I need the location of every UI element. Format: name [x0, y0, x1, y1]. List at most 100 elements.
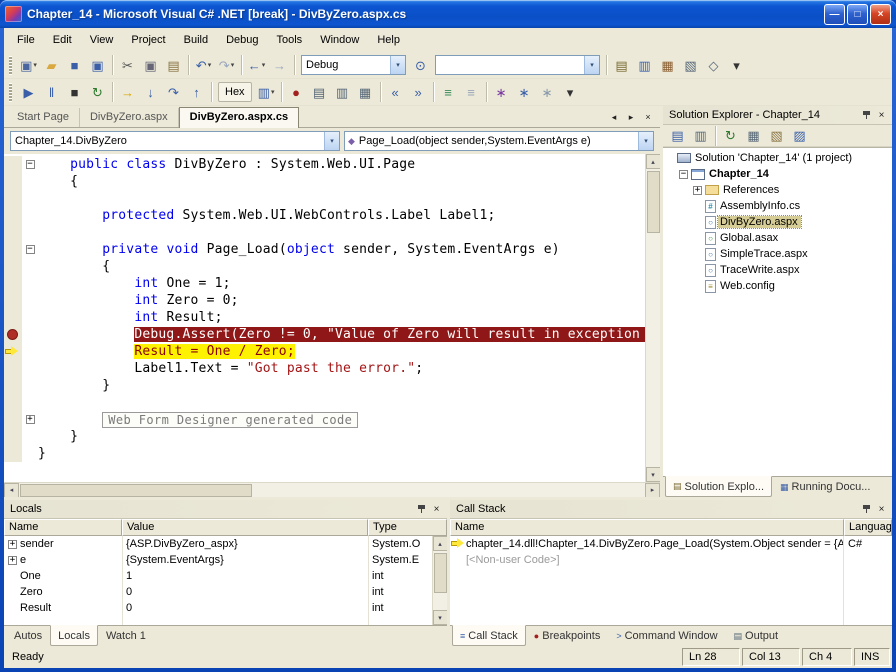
- show-next-statement-button[interactable]: →: [116, 81, 139, 103]
- code-text[interactable]: protected System.Web.UI.WebControls.Labe…: [38, 207, 645, 224]
- toolbox-button[interactable]: ▦: [656, 54, 679, 76]
- object-browser-button[interactable]: ◇: [702, 54, 725, 76]
- tab-solution-explo[interactable]: ▤Solution Explo...: [665, 476, 772, 497]
- menu-item-help[interactable]: Help: [368, 30, 409, 50]
- code-area[interactable]: − public class DivByZero : System.Web.UI…: [4, 154, 645, 482]
- scroll-right-icon[interactable]: ▸: [645, 483, 660, 498]
- collapse-icon[interactable]: −: [26, 245, 35, 254]
- expand-icon[interactable]: +: [26, 415, 35, 424]
- step-out-button[interactable]: ↑: [185, 81, 208, 103]
- menu-item-view[interactable]: View: [81, 30, 123, 50]
- code-text[interactable]: Label1.Text = "Got past the error.";: [38, 360, 645, 377]
- tree-item-tracewrite-aspx[interactable]: ○TraceWrite.aspx: [663, 262, 892, 278]
- code-text[interactable]: }: [38, 428, 645, 445]
- tree-item-solution-chapter-14-1-project[interactable]: Solution 'Chapter_14' (1 project): [663, 150, 892, 166]
- disable-all-breakpoints-button[interactable]: ∗: [536, 81, 559, 103]
- chevron-down-icon[interactable]: ▾: [638, 132, 653, 150]
- view-code-button[interactable]: ▤: [666, 125, 689, 147]
- debug-windows-button[interactable]: ▥▾: [255, 81, 278, 103]
- indicator-margin[interactable]: [4, 411, 22, 428]
- undo-button[interactable]: ↶▾: [192, 54, 215, 76]
- menu-item-edit[interactable]: Edit: [44, 30, 81, 50]
- tab-call-stack[interactable]: ≡Call Stack: [452, 625, 526, 646]
- maximize-button[interactable]: □: [847, 4, 868, 25]
- show-all-files-button[interactable]: ▧: [765, 125, 788, 147]
- call-stack-header[interactable]: Call Stack ×: [450, 500, 892, 519]
- tree-item-web-config[interactable]: ≡Web.config: [663, 278, 892, 294]
- tab-locals[interactable]: Locals: [50, 625, 98, 646]
- close-icon[interactable]: ×: [874, 108, 889, 122]
- collapse-icon[interactable]: −: [679, 170, 688, 179]
- pin-icon[interactable]: [859, 502, 874, 516]
- column-header-value[interactable]: Value: [122, 519, 368, 536]
- step-into-button[interactable]: ↓: [139, 81, 162, 103]
- tree-item-divbyzero-aspx[interactable]: ○DivByZero.aspx: [663, 214, 892, 230]
- expand-icon[interactable]: +: [8, 556, 17, 565]
- decrease-indent-button[interactable]: «: [384, 81, 407, 103]
- code-text[interactable]: int Zero = 0;: [38, 292, 645, 309]
- find-combo[interactable]: ▾: [435, 55, 600, 75]
- tree-item-assemblyinfo-cs[interactable]: #AssemblyInfo.cs: [663, 198, 892, 214]
- solution-configurations-combo[interactable]: Debug▾: [301, 55, 406, 75]
- collapsed-region-box[interactable]: Web Form Designer generated code: [102, 412, 358, 428]
- properties-button[interactable]: ▨: [788, 125, 811, 147]
- code-text[interactable]: }: [38, 377, 645, 394]
- call-stack-row[interactable]: [<Non-user Code>]: [450, 552, 892, 568]
- chevron-down-icon[interactable]: ▾: [324, 132, 339, 150]
- chevron-down-icon[interactable]: ▾: [584, 56, 599, 74]
- solution-tree[interactable]: Solution 'Chapter_14' (1 project)−Chapte…: [663, 147, 892, 476]
- running-documents-button[interactable]: ▤: [308, 81, 331, 103]
- column-header-name[interactable]: Name: [450, 519, 844, 536]
- code-text[interactable]: Debug.Assert(Zero != 0, "Value of Zero w…: [38, 326, 645, 343]
- stop-debugging-button[interactable]: ■: [63, 81, 86, 103]
- locals-row[interactable]: Zero0int: [4, 584, 432, 600]
- toolbar-grip[interactable]: [9, 56, 12, 75]
- indicator-margin[interactable]: [4, 445, 22, 462]
- clear-all-breakpoints-button[interactable]: ∗: [513, 81, 536, 103]
- tree-item-chapter-14[interactable]: −Chapter_14: [663, 166, 892, 182]
- continue-button[interactable]: ▶: [17, 81, 40, 103]
- tab-breakpoints[interactable]: ●Breakpoints: [526, 626, 609, 646]
- scrollbar-thumb[interactable]: [434, 553, 447, 593]
- code-text[interactable]: {: [38, 258, 645, 275]
- copy-button[interactable]: ▣: [139, 54, 162, 76]
- tab-watch-1[interactable]: Watch 1: [98, 626, 154, 646]
- locals-row[interactable]: +e{System.EventArgs}System.E: [4, 552, 432, 568]
- breakpoint-icon[interactable]: [7, 329, 18, 340]
- code-text[interactable]: [38, 394, 645, 411]
- code-text[interactable]: {: [38, 173, 645, 190]
- collapse-icon[interactable]: −: [26, 160, 35, 169]
- indicator-margin[interactable]: [4, 241, 22, 258]
- members-combo[interactable]: ◆ Page_Load(object sender,System.EventAr…: [344, 131, 654, 151]
- code-text[interactable]: [38, 224, 645, 241]
- scroll-tabs-left-button[interactable]: ◂: [607, 110, 621, 124]
- tab-running-docu[interactable]: ▦Running Docu...: [772, 477, 878, 497]
- locals-row[interactable]: +sender{ASP.DivByZero_aspx}System.O: [4, 536, 432, 552]
- minimize-button[interactable]: —: [824, 4, 845, 25]
- scroll-down-icon[interactable]: ▾: [433, 610, 448, 625]
- pin-icon[interactable]: [859, 108, 874, 122]
- refresh-button[interactable]: ↻: [719, 125, 742, 147]
- editor-vertical-scrollbar[interactable]: ▴ ▾: [645, 154, 660, 482]
- cut-button[interactable]: ✂: [116, 54, 139, 76]
- comment-selection-button[interactable]: ≡: [437, 81, 460, 103]
- tab-start-page[interactable]: Start Page: [7, 108, 80, 127]
- menu-item-window[interactable]: Window: [311, 30, 368, 50]
- scrollbar-thumb[interactable]: [647, 171, 660, 233]
- solution-explorer-button[interactable]: ▤: [610, 54, 633, 76]
- tree-item-global-asax[interactable]: ○Global.asax: [663, 230, 892, 246]
- restart-button[interactable]: ↻: [86, 81, 109, 103]
- indicator-margin[interactable]: [4, 190, 22, 207]
- properties-window-button[interactable]: ▥: [633, 54, 656, 76]
- indicator-margin[interactable]: [4, 224, 22, 241]
- editor-horizontal-scrollbar[interactable]: ◂ ▸: [4, 482, 660, 497]
- menu-item-project[interactable]: Project: [122, 30, 174, 50]
- indicator-margin[interactable]: [4, 377, 22, 394]
- scroll-up-icon[interactable]: ▴: [433, 536, 448, 551]
- indicator-margin[interactable]: [4, 360, 22, 377]
- uncomment-selection-button[interactable]: ≡: [460, 81, 483, 103]
- indicator-margin[interactable]: [4, 156, 22, 173]
- column-header-name[interactable]: Name: [4, 519, 122, 536]
- indicator-margin[interactable]: [4, 292, 22, 309]
- tab-output[interactable]: ▤Output: [726, 626, 787, 646]
